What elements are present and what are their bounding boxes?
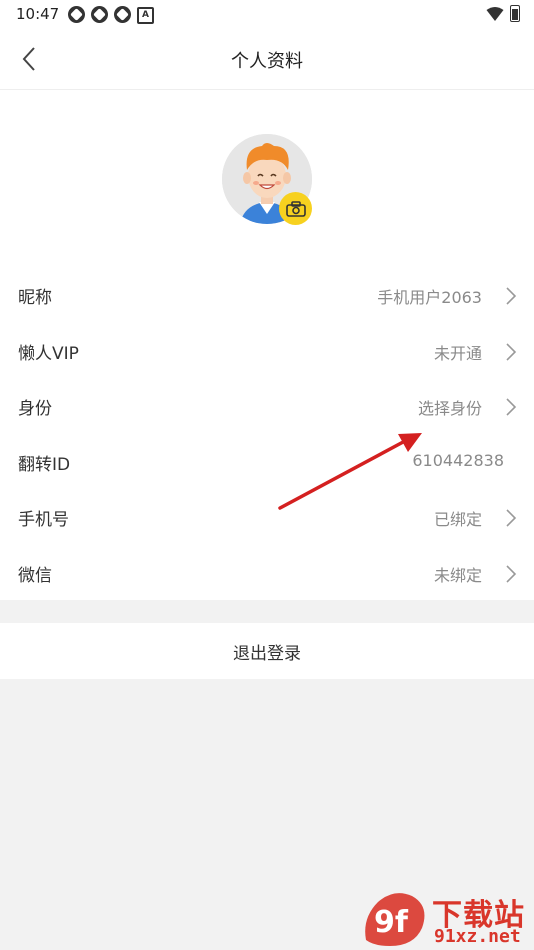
status-bar: 10:47 A xyxy=(0,0,534,28)
chevron-right-icon xyxy=(506,565,517,583)
row-identity[interactable]: 身份 选择身份 xyxy=(0,379,534,435)
row-value: 未绑定 xyxy=(433,566,482,585)
avatar[interactable] xyxy=(222,134,314,226)
row-value: 选择身份 xyxy=(417,399,482,418)
row-label: 手机号 xyxy=(18,510,69,530)
row-value: 已绑定 xyxy=(433,510,482,529)
row-value: 未开通 xyxy=(433,344,482,363)
chevron-right-icon xyxy=(506,287,517,305)
notification-icons: A xyxy=(68,6,154,24)
a-notification-icon: A xyxy=(137,7,154,24)
logout-button[interactable]: 退出登录 xyxy=(0,623,534,679)
wifi-icon xyxy=(486,6,504,21)
row-nickname[interactable]: 昵称 手机用户2063 xyxy=(0,268,534,324)
camera-badge[interactable] xyxy=(279,192,312,225)
row-label: 昵称 xyxy=(18,288,52,308)
row-vip[interactable]: 懒人VIP 未开通 xyxy=(0,324,534,380)
row-label: 身份 xyxy=(18,399,52,419)
row-label: 微信 xyxy=(18,566,52,586)
row-value: 610442838 xyxy=(412,451,504,470)
logout-label: 退出登录 xyxy=(233,643,301,664)
watermark-logo-text: 9f xyxy=(374,905,409,940)
app-notification-icon xyxy=(68,6,85,23)
row-flip-id: 翻转ID 610442838 xyxy=(0,435,534,491)
chevron-right-icon xyxy=(506,343,517,361)
watermark-logo-icon: 9f xyxy=(365,893,425,946)
chevron-right-icon xyxy=(506,509,517,527)
status-time: 10:47 xyxy=(16,5,60,23)
row-wechat[interactable]: 微信 未绑定 xyxy=(0,546,534,602)
app-notification-icon xyxy=(114,6,131,23)
row-label: 懒人VIP xyxy=(18,344,79,364)
watermark: 9f 下载站 91xz.net xyxy=(360,888,534,950)
camera-icon xyxy=(285,200,306,217)
row-phone[interactable]: 手机号 已绑定 xyxy=(0,490,534,546)
page-title: 个人资料 xyxy=(231,51,303,72)
row-value: 手机用户2063 xyxy=(377,288,482,307)
system-icons xyxy=(486,5,520,22)
nav-bar: 个人资料 xyxy=(0,28,534,90)
app-notification-icon xyxy=(91,6,108,23)
watermark-url: 91xz.net xyxy=(434,926,521,947)
battery-icon xyxy=(510,5,520,22)
chevron-right-icon xyxy=(506,398,517,416)
row-label: 翻转ID xyxy=(18,455,71,475)
